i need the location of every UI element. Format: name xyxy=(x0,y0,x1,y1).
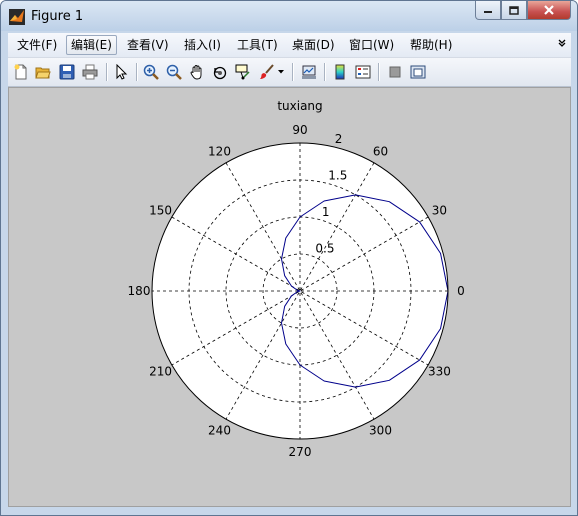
angle-tick-label: 240 xyxy=(208,423,231,437)
rotate-3d-button[interactable] xyxy=(209,61,231,83)
window-title: Figure 1 xyxy=(31,9,84,24)
menu-bar: 文件(F) 编辑(E) 查看(V) 插入(I) 工具(T) 桌面(D) 窗口(W… xyxy=(8,33,571,58)
insert-colorbar-icon xyxy=(335,64,345,80)
figure-canvas: 0 30 60 90 120 150 180 210 240 270 300 330 0.5 1 1.5 2… xyxy=(8,87,571,507)
menu-insert[interactable]: 插入(I) xyxy=(180,35,225,55)
angle-tick-label: 60 xyxy=(373,145,388,159)
angle-tick-label: 270 xyxy=(289,445,312,459)
menu-file[interactable]: 文件(F) xyxy=(13,35,61,55)
print-button[interactable] xyxy=(79,61,101,83)
print-icon xyxy=(82,64,98,80)
insert-legend-icon xyxy=(355,65,371,79)
save-button[interactable] xyxy=(56,61,78,83)
hide-plot-tools-icon xyxy=(389,66,401,78)
angle-tick-label: 180 xyxy=(128,284,151,298)
zoom-in-button[interactable] xyxy=(140,61,162,83)
brush-dropdown-icon xyxy=(278,70,284,74)
menu-window[interactable]: 窗口(W) xyxy=(345,35,398,55)
hide-plot-tools-button[interactable] xyxy=(384,61,406,83)
rotate-3d-icon xyxy=(213,66,227,80)
chevron-icon[interactable] xyxy=(557,37,567,47)
close-icon xyxy=(544,5,554,15)
new-figure-icon xyxy=(14,64,27,80)
show-plot-tools-icon xyxy=(410,65,426,79)
figure-window: Figure 1 文件(F) 编辑(E) 查看(V) 插入(I) 工具(T) 桌… xyxy=(0,0,578,516)
link-plot-icon xyxy=(302,65,316,79)
edit-plot-button[interactable] xyxy=(110,61,132,83)
minimize-icon xyxy=(484,11,492,13)
polar-plot[interactable]: 0 30 60 90 120 150 180 210 240 270 300 330 0.5 1 1.5 2… xyxy=(9,88,570,506)
minimize-button[interactable] xyxy=(475,1,501,20)
angle-tick-label: 120 xyxy=(208,145,231,159)
show-plot-tools-button[interactable] xyxy=(407,61,429,83)
link-plot-button[interactable] xyxy=(298,61,320,83)
radial-tick-label: 1 xyxy=(322,205,330,219)
maximize-button[interactable] xyxy=(501,1,527,20)
data-cursor-button[interactable] xyxy=(232,61,254,83)
matlab-icon xyxy=(9,9,25,25)
radial-tick-label: 1.5 xyxy=(328,169,347,183)
title-bar[interactable]: Figure 1 xyxy=(1,1,577,31)
zoom-out-icon xyxy=(166,64,182,80)
insert-legend-button[interactable] xyxy=(352,61,374,83)
maximize-icon xyxy=(509,5,519,15)
radial-tick-label: 2 xyxy=(335,132,343,146)
angle-tick-label: 150 xyxy=(149,204,172,218)
menu-tools[interactable]: 工具(T) xyxy=(233,35,282,55)
brush-button[interactable] xyxy=(256,61,278,83)
zoom-out-button[interactable] xyxy=(163,61,185,83)
edit-plot-arrow-icon xyxy=(116,64,128,80)
angle-tick-label: 90 xyxy=(292,123,307,137)
radial-tick-label: 0.5 xyxy=(315,242,334,256)
new-figure-button[interactable] xyxy=(10,61,32,83)
close-button[interactable] xyxy=(527,1,571,20)
pan-button[interactable] xyxy=(186,61,208,83)
menu-edit[interactable]: 编辑(E) xyxy=(66,35,117,55)
angle-tick-label: 330 xyxy=(428,365,451,379)
brush-icon xyxy=(260,64,274,79)
menu-desktop[interactable]: 桌面(D) xyxy=(288,35,339,55)
angle-tick-label: 300 xyxy=(369,423,392,437)
data-cursor-icon xyxy=(235,64,250,80)
insert-colorbar-button[interactable] xyxy=(329,61,351,83)
save-icon xyxy=(59,64,75,80)
zoom-in-icon xyxy=(143,64,159,80)
menu-help[interactable]: 帮助(H) xyxy=(406,35,456,55)
pan-hand-icon xyxy=(190,65,202,80)
angle-tick-label: 0 xyxy=(457,284,465,298)
chart-title: tuxiang xyxy=(277,99,322,113)
figure-toolbar xyxy=(8,58,571,87)
angle-tick-label: 210 xyxy=(149,365,172,379)
open-file-button[interactable] xyxy=(32,61,54,83)
menu-view[interactable]: 查看(V) xyxy=(123,35,173,55)
brush-dropdown-button[interactable] xyxy=(276,61,286,83)
angle-tick-label: 30 xyxy=(432,204,447,218)
open-file-icon xyxy=(35,67,51,79)
